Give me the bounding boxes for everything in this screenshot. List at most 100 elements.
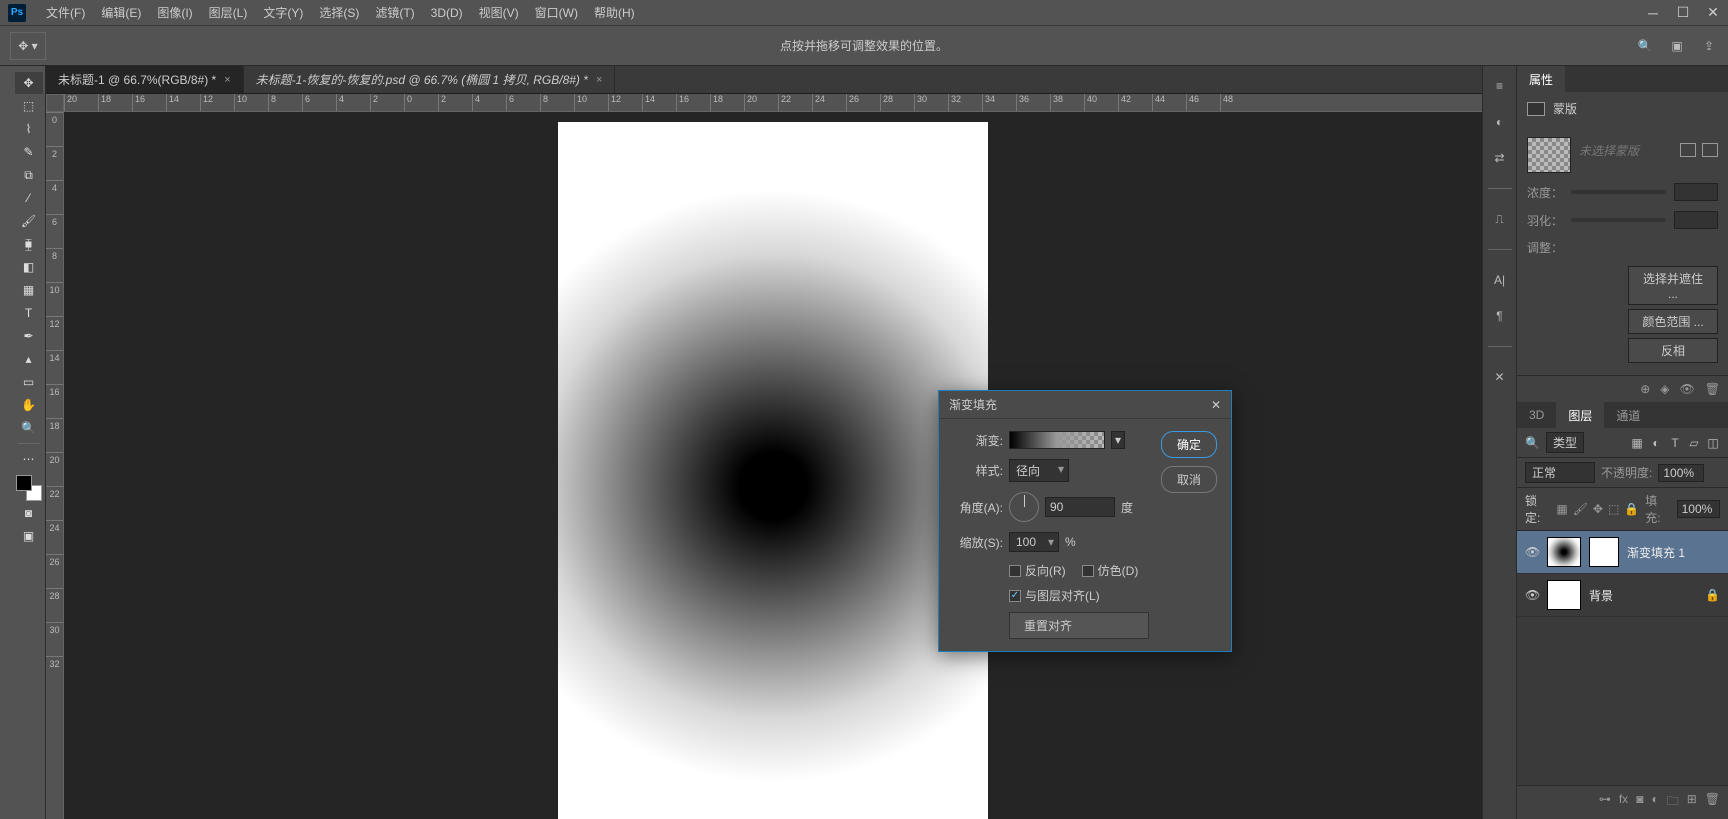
edit-toolbar[interactable]: ⋯ <box>15 448 43 470</box>
fill-value[interactable]: 100% <box>1677 500 1720 518</box>
eraser-tool[interactable]: ◧ <box>15 256 43 278</box>
angle-input[interactable] <box>1045 497 1115 517</box>
menu-layer[interactable]: 图层(L) <box>201 4 256 21</box>
history-icon[interactable]: ≡ <box>1490 76 1510 96</box>
type-tool[interactable]: T <box>15 302 43 324</box>
filter-pixel-icon[interactable]: ▦ <box>1630 436 1644 450</box>
apply-mask-icon[interactable]: ◈ <box>1660 382 1669 396</box>
lock-trans-icon[interactable]: ▦ <box>1556 502 1567 516</box>
delete-mask-icon[interactable]: 🗑 <box>1705 382 1720 396</box>
menu-edit[interactable]: 编辑(E) <box>93 4 149 21</box>
brushes-icon[interactable]: ⎍ <box>1490 209 1510 229</box>
marquee-tool[interactable]: ⬚ <box>15 95 43 117</box>
tab-layers[interactable]: 图层 <box>1556 402 1604 428</box>
new-group-icon[interactable]: 🗀 <box>1667 792 1679 813</box>
menu-select[interactable]: 选择(S) <box>311 4 367 21</box>
menu-type[interactable]: 文字(Y) <box>255 4 311 21</box>
close-icon[interactable]: × <box>596 74 602 86</box>
move-tool[interactable]: ✥ <box>15 72 43 94</box>
filter-search-icon[interactable]: 🔍 <box>1525 436 1540 450</box>
layer-name[interactable]: 背景 <box>1589 587 1697 604</box>
maximize-button[interactable]: ☐ <box>1668 0 1698 26</box>
lock-all-icon[interactable]: 🔒 <box>1624 502 1639 516</box>
crop-tool[interactable]: ⧉ <box>15 164 43 186</box>
layer-thumbnail[interactable] <box>1547 537 1581 567</box>
style-dropdown[interactable]: 径向 <box>1009 459 1069 482</box>
path-select-tool[interactable]: ▴ <box>15 348 43 370</box>
menu-image[interactable]: 图像(I) <box>149 4 200 21</box>
tab-3d[interactable]: 3D <box>1517 402 1556 428</box>
mask-thumbnail[interactable] <box>1527 137 1571 173</box>
angle-dial[interactable] <box>1009 492 1039 522</box>
opacity-value[interactable]: 100% <box>1658 464 1704 482</box>
filter-smart-icon[interactable]: ◫ <box>1706 436 1720 450</box>
density-slider[interactable] <box>1571 190 1666 194</box>
layer-mask-thumbnail[interactable] <box>1589 537 1619 567</box>
screenmode-tool[interactable]: ▣ <box>15 525 43 547</box>
pen-tool[interactable]: ✒ <box>15 325 43 347</box>
menu-file[interactable]: 文件(F) <box>38 4 93 21</box>
gradient-tool[interactable]: ▦ <box>15 279 43 301</box>
gradient-dropdown-icon[interactable]: ▾ <box>1111 431 1125 449</box>
minimize-button[interactable]: ─ <box>1638 0 1668 26</box>
lock-nest-icon[interactable]: ⬚ <box>1608 502 1619 516</box>
stamp-tool[interactable]: ⧯ <box>15 233 43 255</box>
link-layers-icon[interactable]: ⊶ <box>1599 792 1611 813</box>
layer-name[interactable]: 渐变填充 1 <box>1627 544 1720 561</box>
layer-thumbnail[interactable] <box>1547 580 1581 610</box>
lock-pixels-icon[interactable]: 🖌 <box>1573 502 1588 516</box>
delete-layer-icon[interactable]: 🗑 <box>1705 792 1720 813</box>
menu-view[interactable]: 视图(V) <box>471 4 527 21</box>
menu-help[interactable]: 帮助(H) <box>586 4 643 21</box>
ruler-vertical[interactable]: 02468101214161820222426283032 <box>46 112 64 819</box>
menu-filter[interactable]: 滤镜(T) <box>367 4 422 21</box>
visibility-icon[interactable]: 👁 <box>1525 545 1539 559</box>
eyedropper-tool[interactable]: ⁄ <box>15 187 43 209</box>
search-icon[interactable]: 🔍 <box>1636 37 1654 55</box>
tool-expand-strip[interactable] <box>0 66 12 819</box>
brush-tool[interactable]: 🖌 <box>15 210 43 232</box>
pixel-mask-icon[interactable] <box>1680 143 1696 157</box>
tool-preset-picker[interactable]: ✥ ▾ <box>10 32 46 60</box>
feather-value[interactable] <box>1674 211 1718 229</box>
lock-pos-icon[interactable]: ✥ <box>1593 502 1603 516</box>
select-and-mask-button[interactable]: 选择并遮住 ... <box>1628 266 1718 305</box>
color-range-button[interactable]: 颜色范围 ... <box>1628 309 1718 334</box>
ruler-horizontal[interactable]: 2018161412108642024681012141618202224262… <box>64 94 1482 112</box>
align-checkbox[interactable] <box>1009 590 1021 602</box>
layer-row[interactable]: 👁 背景 🔒 <box>1517 574 1728 617</box>
zoom-tool[interactable]: 🔍 <box>15 417 43 439</box>
foreground-color[interactable] <box>16 475 32 491</box>
shape-tool[interactable]: ▭ <box>15 371 43 393</box>
styles-icon[interactable]: ⇄ <box>1490 148 1510 168</box>
dialog-close-icon[interactable]: ✕ <box>1211 398 1221 412</box>
new-fill-icon[interactable]: ◐ <box>1651 792 1658 813</box>
paragraph-icon[interactable]: ¶ <box>1490 306 1510 326</box>
ruler-origin[interactable] <box>46 94 64 112</box>
reset-align-button[interactable]: 重置对齐 <box>1009 612 1149 639</box>
quickmask-tool[interactable]: ◙ <box>15 502 43 524</box>
vector-mask-icon[interactable] <box>1702 143 1718 157</box>
character-icon[interactable]: A| <box>1490 270 1510 290</box>
color-swatches[interactable] <box>16 475 42 501</box>
blend-mode-dropdown[interactable]: 正常 <box>1525 462 1595 483</box>
add-mask-icon[interactable]: ◙ <box>1636 792 1643 813</box>
new-layer-icon[interactable]: ⊞ <box>1687 792 1697 813</box>
scale-input[interactable]: 100 <box>1009 532 1059 552</box>
doc-tab-2[interactable]: 未标题-1-恢复的-恢复的.psd @ 66.7% (椭圆 1 拷贝, RGB/… <box>244 66 616 93</box>
canvas[interactable] <box>558 122 988 819</box>
reverse-checkbox[interactable] <box>1009 565 1021 577</box>
filter-shape-icon[interactable]: ▱ <box>1687 436 1701 450</box>
invert-button[interactable]: 反相 <box>1628 338 1718 363</box>
filter-type-icon[interactable]: T <box>1668 436 1682 450</box>
visibility-icon[interactable]: 👁 <box>1525 588 1539 602</box>
lasso-tool[interactable]: ⌇ <box>15 118 43 140</box>
close-button[interactable]: ✕ <box>1698 0 1728 26</box>
link-mask-icon[interactable]: ⊕ <box>1640 382 1650 396</box>
gradient-picker[interactable] <box>1009 431 1105 449</box>
disable-mask-icon[interactable]: 👁 <box>1680 382 1695 396</box>
adjustments-icon[interactable]: ◐ <box>1490 112 1510 132</box>
close-icon[interactable]: × <box>224 74 230 86</box>
doc-tab-1[interactable]: 未标题-1 @ 66.7%(RGB/8#) * × <box>46 66 244 93</box>
menu-window[interactable]: 窗口(W) <box>527 4 586 21</box>
